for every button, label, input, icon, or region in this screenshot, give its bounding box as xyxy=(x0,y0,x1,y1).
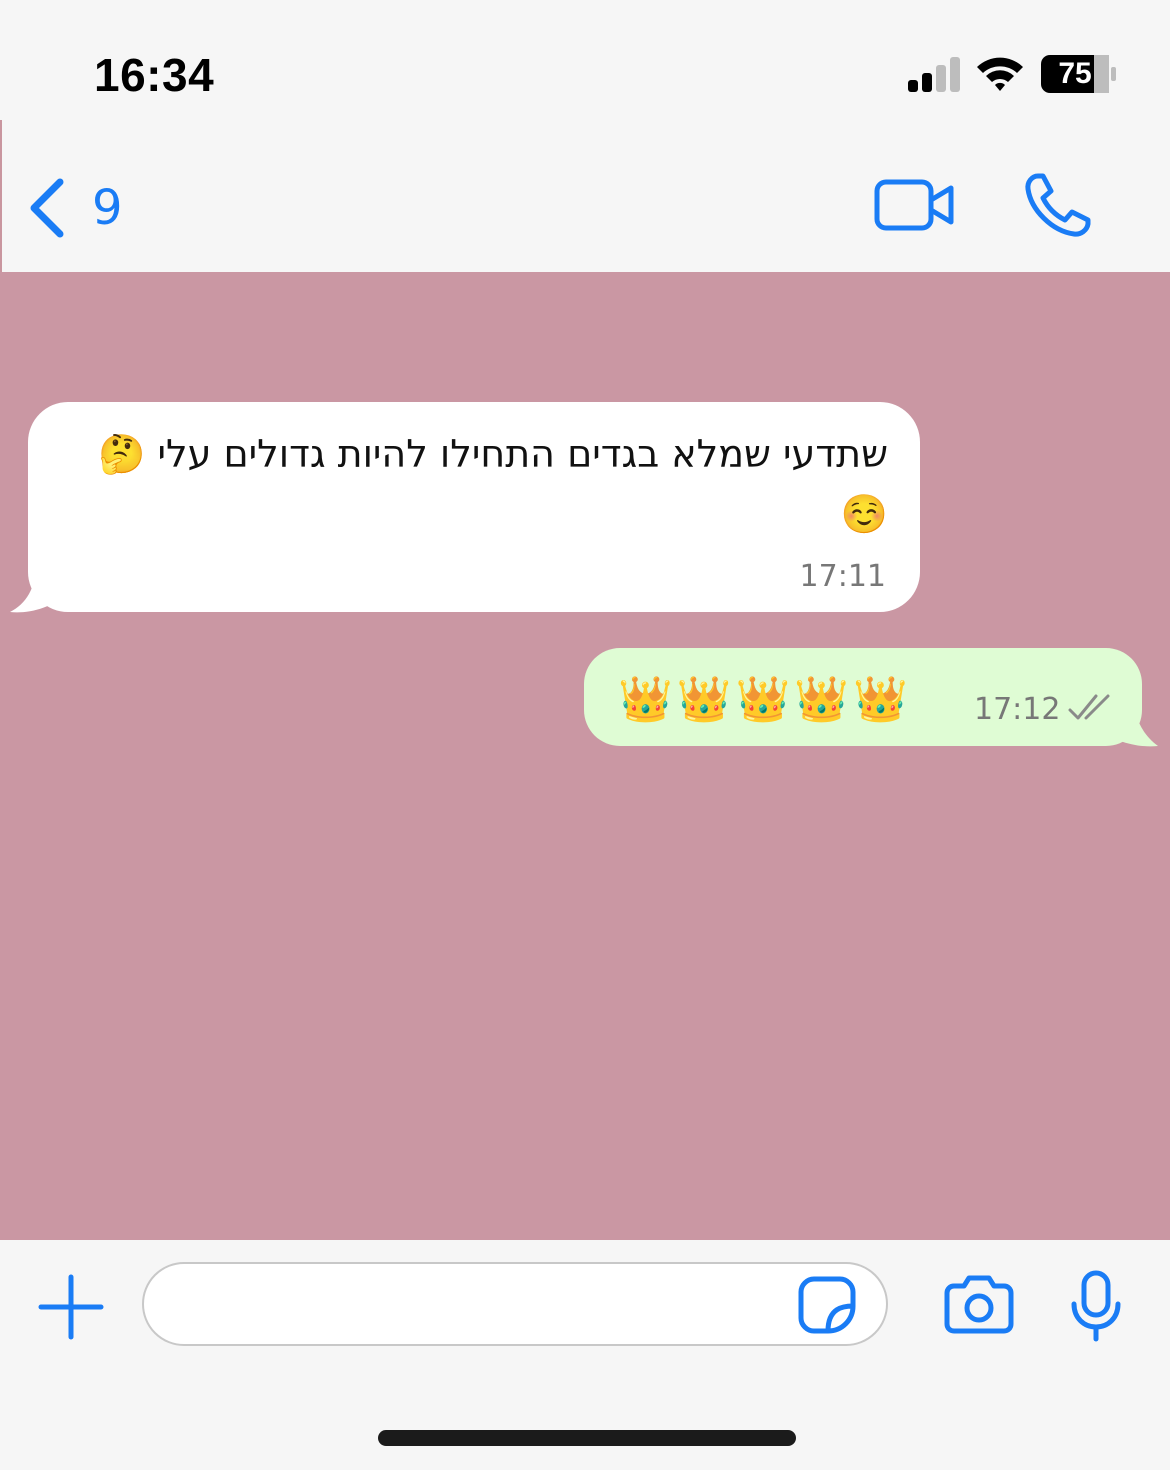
incoming-message-bubble[interactable]: שתדעי שמלא בגדים התחילו להיות גדולים עלי… xyxy=(28,402,920,612)
video-camera-icon xyxy=(874,179,954,231)
double-check-icon xyxy=(1068,694,1110,720)
phone-icon xyxy=(1025,173,1091,237)
microphone-icon xyxy=(1071,1270,1121,1342)
sticker-icon xyxy=(798,1276,856,1334)
chat-header: 9 xyxy=(0,120,1170,272)
outgoing-message-time: 17:12 xyxy=(974,692,1061,727)
video-call-button[interactable] xyxy=(874,176,956,234)
microphone-button[interactable] xyxy=(1070,1270,1122,1342)
camera-icon xyxy=(944,1275,1014,1334)
status-time: 16:34 xyxy=(94,49,215,101)
outgoing-message-text: 👑👑👑👑👑 xyxy=(618,674,912,725)
status-bar: 16:34 75 xyxy=(0,0,1170,120)
battery-level: 75 xyxy=(1058,57,1092,90)
sticker-button[interactable] xyxy=(798,1276,856,1334)
camera-button[interactable] xyxy=(944,1274,1014,1334)
incoming-message-time: 17:11 xyxy=(799,559,886,594)
chevron-left-icon xyxy=(30,178,64,238)
message-input[interactable] xyxy=(142,1262,888,1346)
back-button[interactable]: 9 xyxy=(24,172,134,242)
voice-call-button[interactable] xyxy=(1024,172,1094,238)
incoming-message-text: שתדעי שמלא בגדים התחילו להיות גדולים עלי… xyxy=(98,432,888,536)
plus-icon xyxy=(38,1274,104,1340)
wifi-icon xyxy=(977,57,1023,91)
chat-area: שתדעי שמלא בגדים התחילו להיות גדולים עלי… xyxy=(0,272,1170,1240)
home-indicator[interactable] xyxy=(378,1430,796,1446)
attach-button[interactable] xyxy=(38,1274,104,1340)
outgoing-message-bubble[interactable]: 👑👑👑👑👑 17:12 xyxy=(584,648,1142,746)
cellular-signal-icon xyxy=(908,57,960,92)
unread-chats-count: 9 xyxy=(92,180,123,236)
